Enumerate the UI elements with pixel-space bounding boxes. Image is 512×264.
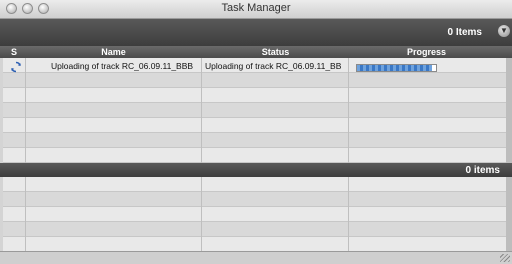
window-title: Task Manager bbox=[221, 2, 291, 14]
bottom-task-list bbox=[3, 177, 506, 252]
column-divider bbox=[25, 58, 26, 163]
task-status: Uploading of track RC_06.09.11_BB bbox=[205, 61, 342, 71]
top-scrollbar[interactable] bbox=[506, 58, 512, 163]
task-name: Uploading of track RC_06.09.11_BBB bbox=[51, 61, 194, 71]
sync-icon bbox=[11, 61, 21, 73]
table-row bbox=[3, 88, 506, 103]
column-divider bbox=[201, 58, 202, 163]
column-header-status-icon[interactable]: S bbox=[6, 46, 22, 58]
table-row bbox=[3, 148, 506, 163]
column-divider bbox=[348, 58, 349, 163]
task-progress-bar bbox=[356, 64, 437, 72]
task-progress-fill bbox=[357, 65, 433, 71]
column-headers: S Name Status Progress bbox=[0, 46, 512, 58]
column-divider bbox=[201, 177, 202, 251]
table-row bbox=[3, 207, 506, 222]
table-row bbox=[3, 118, 506, 133]
column-divider bbox=[25, 177, 26, 251]
column-header-name[interactable]: Name bbox=[26, 46, 201, 58]
table-row bbox=[3, 222, 506, 237]
table-row bbox=[3, 177, 506, 192]
table-row bbox=[3, 192, 506, 207]
bottom-scrollbar[interactable] bbox=[506, 177, 512, 251]
title-bar: Task Manager bbox=[0, 0, 512, 19]
bottom-items-count: 0 items bbox=[465, 165, 500, 176]
gear-menu-icon[interactable]: ▼ bbox=[498, 25, 510, 37]
window-bottom-bar bbox=[0, 251, 512, 264]
table-row bbox=[3, 73, 506, 88]
column-header-status[interactable]: Status bbox=[203, 46, 348, 58]
table-row bbox=[3, 103, 506, 118]
table-row bbox=[3, 237, 506, 252]
bottom-panel-header: 0 items bbox=[0, 163, 512, 177]
table-row bbox=[3, 133, 506, 148]
top-items-count: 0 Items bbox=[447, 27, 482, 38]
resize-grip-icon[interactable] bbox=[500, 254, 510, 262]
column-header-progress[interactable]: Progress bbox=[350, 46, 503, 58]
column-divider bbox=[348, 177, 349, 251]
top-panel-header: 0 Items ▼ bbox=[0, 19, 512, 46]
